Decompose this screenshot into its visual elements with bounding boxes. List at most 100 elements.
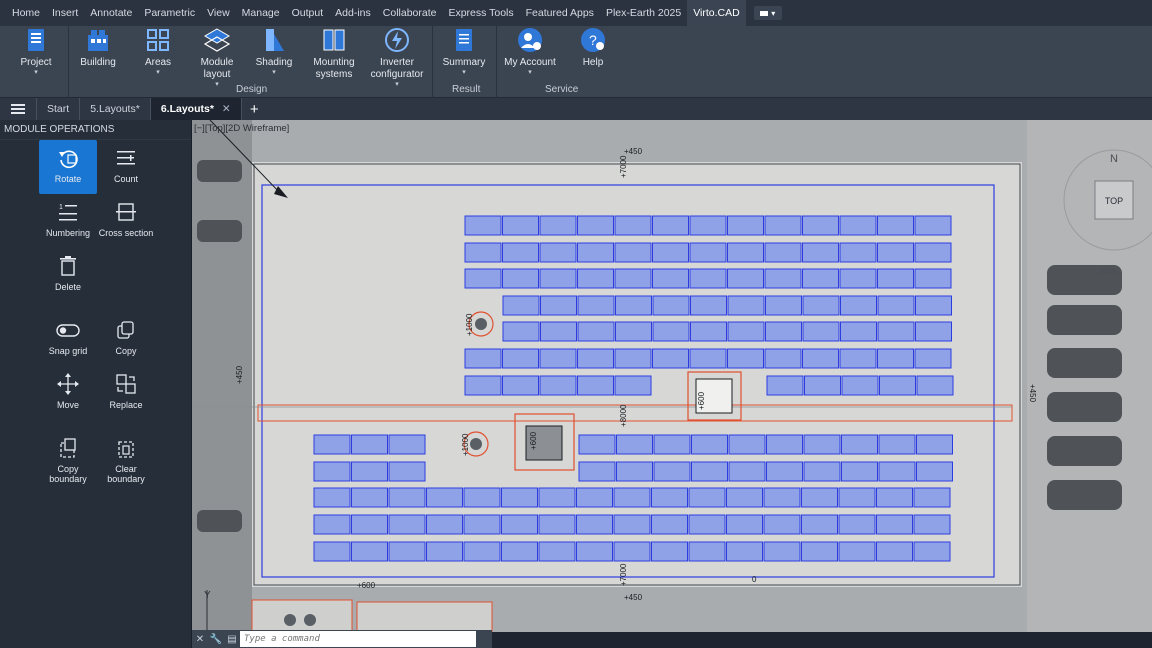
menu-item[interactable]: Manage: [236, 0, 286, 26]
pv-module[interactable]: [615, 295, 652, 316]
menu-item[interactable]: Annotate: [84, 0, 138, 26]
pv-module[interactable]: [464, 375, 502, 396]
delete-button[interactable]: Delete: [39, 248, 97, 302]
pv-module[interactable]: [614, 375, 652, 396]
pv-module[interactable]: [802, 242, 839, 263]
pv-module[interactable]: [876, 514, 913, 535]
pv-module[interactable]: [577, 215, 614, 236]
pv-module[interactable]: [651, 487, 688, 508]
pv-module[interactable]: [577, 321, 615, 342]
pv-module[interactable]: [689, 242, 727, 263]
pv-module[interactable]: [538, 487, 576, 508]
pv-module[interactable]: [578, 461, 616, 482]
pv-module[interactable]: [690, 321, 727, 342]
pv-module[interactable]: [652, 321, 690, 342]
pv-module[interactable]: [577, 348, 614, 369]
pv-module[interactable]: [616, 434, 653, 455]
pv-module[interactable]: [464, 215, 502, 236]
pv-module[interactable]: [313, 487, 351, 508]
tab-5-layouts[interactable]: 5.Layouts*: [79, 98, 150, 120]
pv-module[interactable]: [463, 514, 501, 535]
pv-module[interactable]: [766, 434, 803, 455]
pv-module[interactable]: [688, 514, 726, 535]
pv-module[interactable]: [802, 348, 839, 369]
pv-module[interactable]: [841, 461, 878, 482]
pv-module[interactable]: [426, 514, 463, 535]
pv-module[interactable]: [652, 268, 689, 289]
menu-item[interactable]: Virto.CAD: [687, 0, 746, 26]
menu-item[interactable]: Output: [286, 0, 330, 26]
pv-module[interactable]: [651, 514, 688, 535]
pv-module[interactable]: [727, 295, 765, 316]
pv-module[interactable]: [538, 541, 576, 562]
drawing-viewport[interactable]: +1000 +1000 +600 +600 +450 +7000 +450 +4…: [192, 120, 1152, 632]
pv-module[interactable]: [351, 461, 388, 482]
pv-module[interactable]: [690, 295, 727, 316]
pv-module[interactable]: [838, 514, 876, 535]
pv-module[interactable]: [351, 487, 388, 508]
pv-module[interactable]: [502, 268, 539, 289]
pv-module[interactable]: [539, 375, 577, 396]
pv-module[interactable]: [463, 541, 501, 562]
pv-module[interactable]: [313, 541, 351, 562]
pv-module[interactable]: [539, 268, 577, 289]
pv-module[interactable]: [426, 541, 463, 562]
pv-module[interactable]: [464, 348, 502, 369]
pv-module[interactable]: [689, 215, 727, 236]
pv-module[interactable]: [839, 268, 877, 289]
pv-module[interactable]: [876, 487, 913, 508]
pv-module[interactable]: [728, 461, 766, 482]
pv-module[interactable]: [502, 348, 539, 369]
pv-module[interactable]: [539, 348, 577, 369]
pv-module[interactable]: [614, 242, 652, 263]
count-button[interactable]: Count: [97, 140, 155, 194]
drawing-canvas[interactable]: +1000 +1000 +600 +600 +450 +7000 +450 +4…: [192, 120, 1152, 632]
replace-button[interactable]: Replace: [97, 366, 155, 420]
pv-module[interactable]: [313, 461, 351, 482]
pv-module[interactable]: [351, 541, 388, 562]
pv-module[interactable]: [652, 215, 689, 236]
pv-module[interactable]: [916, 461, 953, 482]
pv-module[interactable]: [614, 348, 652, 369]
menu-item[interactable]: Insert: [46, 0, 84, 26]
pv-module[interactable]: [691, 434, 728, 455]
pv-module[interactable]: [878, 434, 916, 455]
pv-module[interactable]: [913, 541, 951, 562]
wrench-icon[interactable]: 🔧: [208, 630, 224, 648]
pv-module[interactable]: [727, 348, 764, 369]
pv-module[interactable]: [801, 487, 838, 508]
pv-module[interactable]: [802, 321, 840, 342]
tab-start[interactable]: Start: [36, 98, 79, 120]
pv-module[interactable]: [913, 487, 951, 508]
pv-module[interactable]: [539, 242, 577, 263]
pv-module[interactable]: [652, 348, 689, 369]
pv-module[interactable]: [914, 242, 952, 263]
help-button[interactable]: ? Help: [558, 26, 628, 88]
pv-module[interactable]: [766, 461, 803, 482]
menu-item[interactable]: Home: [6, 0, 46, 26]
pv-module[interactable]: [388, 514, 426, 535]
pv-module[interactable]: [615, 321, 652, 342]
pv-module[interactable]: [839, 348, 877, 369]
command-input[interactable]: [240, 631, 476, 647]
pv-module[interactable]: [764, 242, 802, 263]
menu-item[interactable]: Express Tools: [442, 0, 519, 26]
rotate-button[interactable]: Rotate: [39, 140, 97, 194]
viewport-controls[interactable]: [−][Top][2D Wireframe]: [194, 123, 289, 134]
pv-module[interactable]: [501, 541, 538, 562]
pv-module[interactable]: [613, 514, 651, 535]
clear-boundary-button[interactable]: Clear boundary: [97, 430, 155, 484]
pv-module[interactable]: [876, 541, 913, 562]
pv-module[interactable]: [727, 321, 765, 342]
pv-module[interactable]: [840, 321, 877, 342]
pv-module[interactable]: [914, 215, 952, 236]
pv-module[interactable]: [388, 541, 426, 562]
pv-module[interactable]: [765, 321, 802, 342]
summary-button[interactable]: Summary ▾: [429, 26, 499, 88]
pv-module[interactable]: [766, 375, 804, 396]
pv-module[interactable]: [915, 295, 952, 316]
pv-module[interactable]: [877, 215, 914, 236]
pv-module[interactable]: [388, 434, 426, 455]
pv-module[interactable]: [538, 514, 576, 535]
pv-module[interactable]: [616, 461, 653, 482]
